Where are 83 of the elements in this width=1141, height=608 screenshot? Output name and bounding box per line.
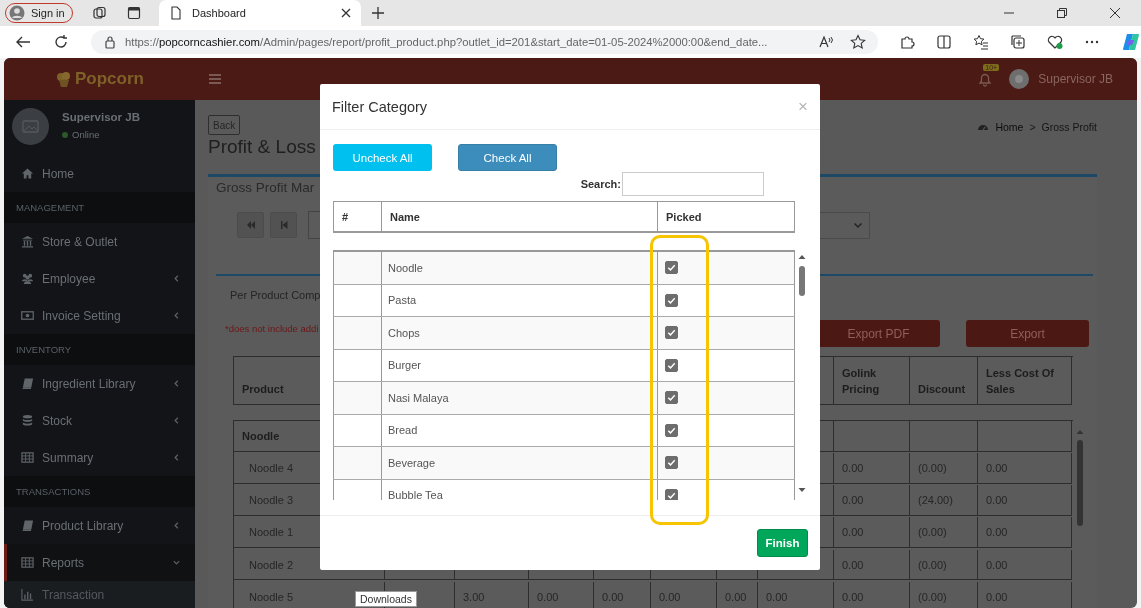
sidebar-item[interactable]: Invoice Setting (4, 297, 195, 334)
column-header: Name (382, 202, 658, 231)
checkbox[interactable] (665, 326, 678, 340)
popcorn-icon (55, 70, 73, 88)
users-icon (21, 272, 34, 285)
checkbox[interactable] (665, 261, 678, 275)
user-status: Online (62, 129, 140, 140)
column-header: Picked (665, 209, 703, 225)
column-header: Golink Pricing (834, 357, 910, 405)
sidebar-subitem[interactable]: Transaction (4, 581, 195, 608)
copilot-icon[interactable] (1121, 32, 1141, 52)
export-button[interactable]: Export (966, 320, 1089, 347)
close-icon[interactable] (341, 8, 351, 18)
bar-chart-icon (21, 588, 34, 601)
checkbox[interactable] (665, 488, 678, 500)
sidebar-item[interactable]: Summary (4, 439, 195, 476)
sidebar-item[interactable]: Ingredient Library (4, 365, 195, 402)
favorites-icon[interactable] (973, 34, 989, 50)
heart-icon[interactable] (1047, 34, 1063, 50)
profile-icon (9, 5, 25, 21)
sidebar-item[interactable]: Employee (4, 260, 195, 297)
export-button[interactable]: Export PDF (817, 320, 940, 347)
search-label: Search: (580, 178, 621, 190)
column-header: Less Cost Of Sales (978, 357, 1072, 405)
checkbox[interactable] (665, 423, 678, 437)
table-icon (21, 451, 34, 464)
rewind-icon (245, 220, 256, 230)
logo: Popcorn (4, 69, 195, 89)
tab-actions-icon[interactable] (127, 6, 141, 20)
page-icon (169, 6, 183, 20)
avatar-icon (1009, 69, 1030, 89)
chevron-icon (853, 220, 863, 230)
sidebar-item[interactable]: Reports (4, 544, 195, 581)
tooltip: Downloads (355, 591, 417, 607)
database-icon (21, 414, 34, 427)
split-screen-icon[interactable] (936, 34, 952, 50)
skip-back-icon (278, 220, 289, 230)
page-title: Profit & Loss (208, 135, 316, 159)
breadcrumb-separator: > (1029, 121, 1036, 133)
browser-tab[interactable]: Dashboard (159, 0, 361, 26)
avatar-icon (12, 108, 49, 145)
puzzle-icon[interactable] (899, 34, 915, 50)
close-icon[interactable] (1110, 8, 1120, 18)
user-menu[interactable]: Supervisor JB (1009, 69, 1113, 89)
finish-button[interactable]: Finish (757, 529, 808, 557)
collections-icon[interactable] (1010, 34, 1026, 50)
breadcrumb-link[interactable]: Home (995, 121, 1024, 133)
home-icon (21, 167, 34, 180)
user-name: Supervisor JB (62, 111, 140, 123)
dialog-button[interactable]: Uncheck All (333, 144, 432, 171)
sidebar-item[interactable]: Home (4, 155, 195, 192)
column-header: # (334, 202, 382, 231)
book-icon (21, 377, 34, 390)
checkbox[interactable] (665, 358, 678, 372)
column-header: Discount (910, 357, 978, 405)
search-field[interactable] (622, 172, 764, 196)
sidebar-section-header: MANAGEMENT (4, 192, 195, 223)
workspaces-icon[interactable] (93, 6, 107, 20)
dialog-title: Filter Category (332, 98, 428, 115)
refresh-icon[interactable] (53, 34, 69, 50)
note-text: *does not include addi (225, 323, 319, 334)
checkbox[interactable] (665, 456, 678, 470)
checkbox[interactable] (665, 391, 678, 405)
sidebar-item[interactable]: Stock (4, 402, 195, 439)
dialog-button[interactable]: Check All (458, 144, 557, 171)
sidebar-item[interactable]: Product Library (4, 507, 195, 544)
address-field[interactable]: https://popcorncashier.com/Admin/pages/report/profit_product.php?outlet_id=201&start_date=01-05-2024%2000:00&end_date... (91, 30, 878, 54)
sidebar-item[interactable]: Store & Outlet (4, 223, 195, 260)
sidebar-section-header: INVENTORY (4, 334, 195, 365)
new-tab-icon[interactable] (371, 6, 385, 20)
bank-icon (21, 235, 34, 248)
restore-icon[interactable] (1057, 8, 1067, 18)
lock-icon (103, 35, 117, 49)
read-aloud-icon[interactable] (818, 34, 834, 50)
book-icon (21, 519, 34, 532)
checkbox[interactable] (665, 293, 678, 307)
table-icon (21, 556, 34, 569)
sidebar-section-header: TRANSACTIONS (4, 476, 195, 507)
banknote-icon (21, 309, 34, 322)
back-icon[interactable] (15, 34, 31, 50)
close-button[interactable]: × (798, 96, 808, 117)
breadcrumb-link[interactable]: Gross Profit (1041, 121, 1097, 133)
star-icon[interactable] (850, 34, 866, 50)
